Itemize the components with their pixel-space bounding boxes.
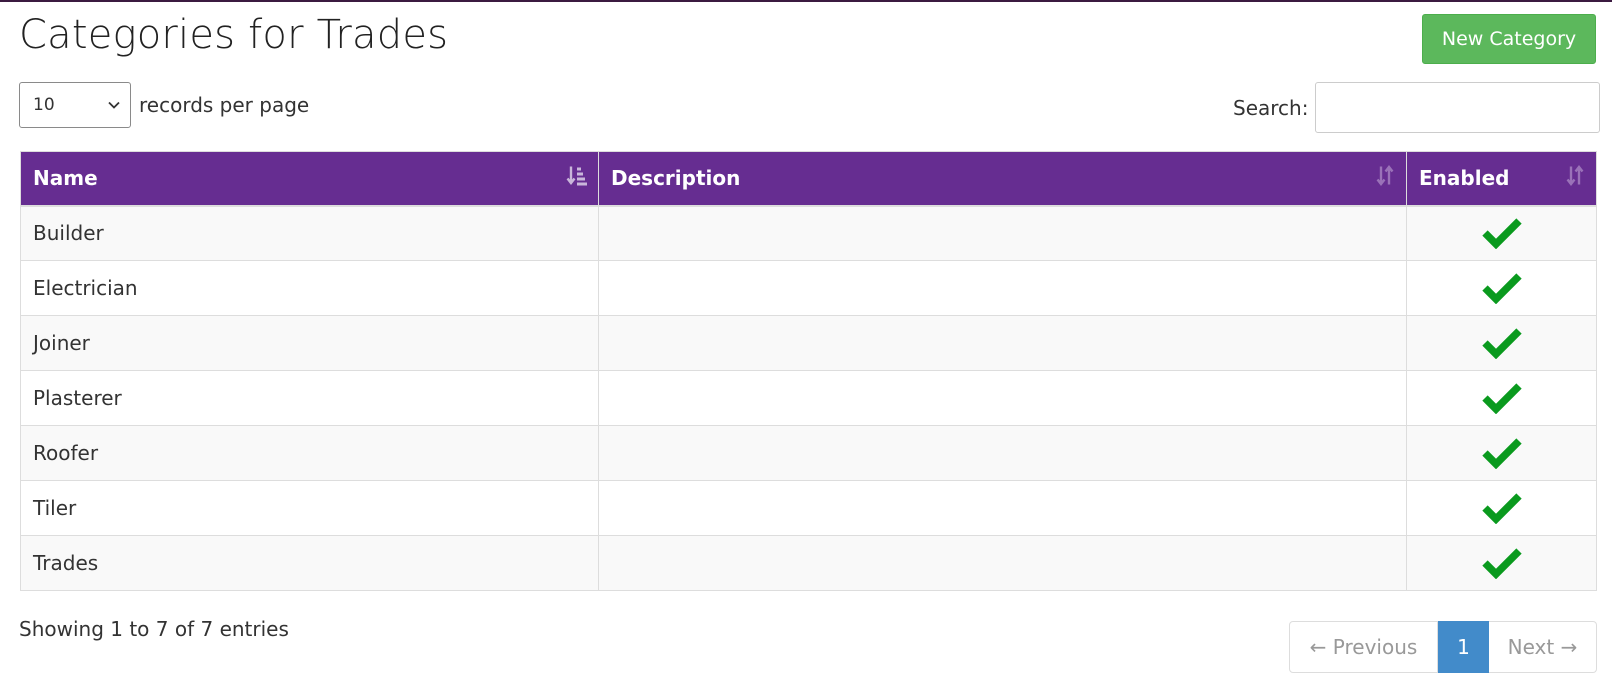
column-header-enabled[interactable]: Enabled <box>1406 151 1597 207</box>
cell-description <box>598 535 1407 591</box>
search-input[interactable] <box>1315 82 1601 133</box>
search-label: Search: <box>1233 95 1309 120</box>
search-control: Search: <box>1233 82 1601 133</box>
records-per-page-select[interactable]: 10 <box>19 82 131 128</box>
checkmark-icon <box>1481 328 1523 359</box>
cell-name: Plasterer <box>20 370 599 426</box>
cell-name: Trades <box>20 535 599 591</box>
column-header-label: Description <box>611 166 741 191</box>
chevron-down-icon <box>108 101 120 109</box>
new-category-button[interactable]: New Category <box>1422 14 1596 64</box>
cell-description <box>598 480 1407 536</box>
checkmark-icon <box>1481 438 1523 469</box>
table-row[interactable]: Roofer <box>20 425 1597 481</box>
sort-ascending-icon <box>566 165 588 192</box>
cell-description <box>598 205 1407 261</box>
next-page-button[interactable]: Next → <box>1489 621 1597 673</box>
checkmark-icon <box>1481 383 1523 414</box>
cell-name: Joiner <box>20 315 599 371</box>
cell-name: Roofer <box>20 425 599 481</box>
cell-enabled <box>1406 535 1597 591</box>
records-per-page-control: 10 records per page <box>19 82 309 128</box>
sort-both-icon <box>1374 165 1396 192</box>
cell-description <box>598 370 1407 426</box>
checkmark-icon <box>1481 218 1523 250</box>
records-per-page-label: records per page <box>139 93 310 117</box>
page-title: Categories for Trades <box>19 12 449 58</box>
table-row[interactable]: Trades <box>20 535 1597 591</box>
checkmark-icon <box>1481 273 1523 304</box>
table-row[interactable]: Builder <box>20 205 1597 261</box>
cell-description <box>598 260 1407 316</box>
previous-page-button[interactable]: ← Previous <box>1289 621 1438 673</box>
table-row[interactable]: Plasterer <box>20 370 1597 426</box>
column-header-label: Name <box>33 166 98 191</box>
sort-both-icon <box>1564 165 1586 192</box>
table-info: Showing 1 to 7 of 7 entries <box>19 617 289 641</box>
table-row[interactable]: Electrician <box>20 260 1597 316</box>
records-per-page-value: 10 <box>33 95 55 115</box>
cell-enabled <box>1406 480 1597 536</box>
categories-table: Name Description Enabled Builder Electri… <box>20 151 1597 591</box>
cell-name: Electrician <box>20 260 599 316</box>
top-border <box>0 0 1612 2</box>
table-row[interactable]: Tiler <box>20 480 1597 536</box>
table-row[interactable]: Joiner <box>20 315 1597 371</box>
pagination: ← Previous 1 Next → <box>1289 621 1597 673</box>
cell-enabled <box>1406 315 1597 371</box>
cell-name: Builder <box>20 205 599 261</box>
column-header-name[interactable]: Name <box>20 151 599 207</box>
cell-name: Tiler <box>20 480 599 536</box>
checkmark-icon <box>1481 493 1523 524</box>
column-header-description[interactable]: Description <box>598 151 1407 207</box>
page-1-button[interactable]: 1 <box>1438 621 1489 673</box>
cell-enabled <box>1406 205 1597 261</box>
cell-enabled <box>1406 370 1597 426</box>
cell-enabled <box>1406 425 1597 481</box>
cell-description <box>598 425 1407 481</box>
checkmark-icon <box>1481 548 1523 579</box>
table-header-row: Name Description Enabled <box>20 151 1597 207</box>
cell-description <box>598 315 1407 371</box>
cell-enabled <box>1406 260 1597 316</box>
column-header-label: Enabled <box>1419 166 1510 191</box>
